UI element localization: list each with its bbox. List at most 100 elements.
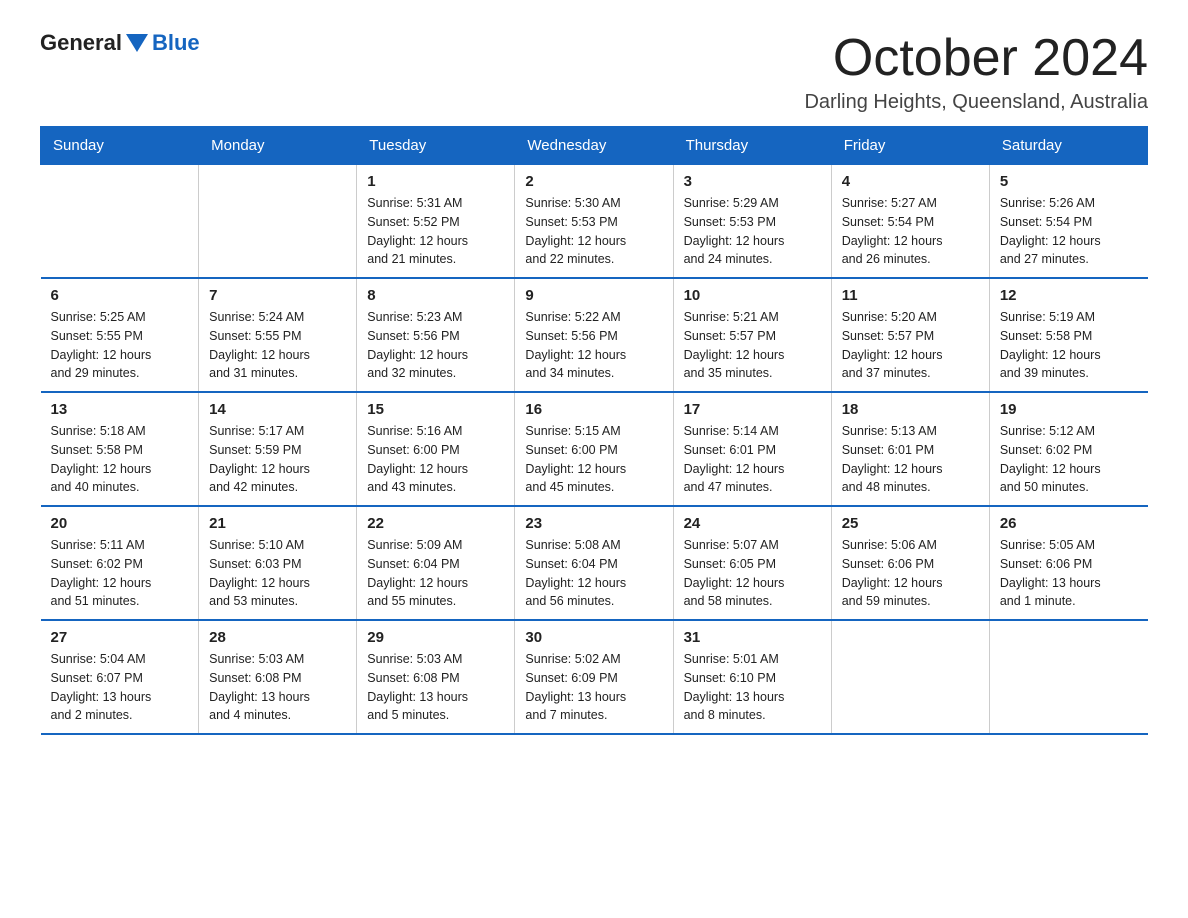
day-number: 22 — [367, 515, 504, 532]
day-number: 3 — [684, 173, 821, 190]
day-number: 8 — [367, 287, 504, 304]
day-number: 25 — [842, 515, 979, 532]
day-info: Sunrise: 5:27 AM Sunset: 5:54 PM Dayligh… — [842, 194, 979, 269]
calendar-title: October 2024 — [804, 30, 1148, 87]
day-info: Sunrise: 5:16 AM Sunset: 6:00 PM Dayligh… — [367, 422, 504, 497]
calendar-cell: 12 Sunrise: 5:19 AM Sunset: 5:58 PM Dayli… — [989, 278, 1147, 392]
calendar-week-row: 6 Sunrise: 5:25 AM Sunset: 5:55 PM Daylig… — [41, 278, 1148, 392]
weekday-header-tuesday: Tuesday — [357, 127, 515, 165]
calendar-cell: 26 Sunrise: 5:05 AM Sunset: 6:06 PM Dayli… — [989, 506, 1147, 620]
calendar-cell — [989, 620, 1147, 734]
calendar-cell: 25 Sunrise: 5:06 AM Sunset: 6:06 PM Dayli… — [831, 506, 989, 620]
day-info: Sunrise: 5:05 AM Sunset: 6:06 PM Dayligh… — [1000, 536, 1138, 611]
weekday-header-wednesday: Wednesday — [515, 127, 673, 165]
calendar-header-row: SundayMondayTuesdayWednesdayThursdayFrid… — [41, 127, 1148, 165]
day-info: Sunrise: 5:23 AM Sunset: 5:56 PM Dayligh… — [367, 308, 504, 383]
logo-triangle-icon — [126, 34, 148, 52]
calendar-cell: 22 Sunrise: 5:09 AM Sunset: 6:04 PM Dayli… — [357, 506, 515, 620]
day-info: Sunrise: 5:01 AM Sunset: 6:10 PM Dayligh… — [684, 650, 821, 725]
day-number: 7 — [209, 287, 346, 304]
day-number: 19 — [1000, 401, 1138, 418]
day-info: Sunrise: 5:11 AM Sunset: 6:02 PM Dayligh… — [51, 536, 189, 611]
day-info: Sunrise: 5:04 AM Sunset: 6:07 PM Dayligh… — [51, 650, 189, 725]
day-info: Sunrise: 5:07 AM Sunset: 6:05 PM Dayligh… — [684, 536, 821, 611]
calendar-cell: 4Sunrise: 5:27 AM Sunset: 5:54 PM Daylig… — [831, 165, 989, 279]
day-number: 30 — [525, 629, 662, 646]
day-info: Sunrise: 5:09 AM Sunset: 6:04 PM Dayligh… — [367, 536, 504, 611]
day-info: Sunrise: 5:12 AM Sunset: 6:02 PM Dayligh… — [1000, 422, 1138, 497]
calendar-cell: 6 Sunrise: 5:25 AM Sunset: 5:55 PM Daylig… — [41, 278, 199, 392]
calendar-cell: 23Sunrise: 5:08 AM Sunset: 6:04 PM Dayli… — [515, 506, 673, 620]
day-number: 2 — [525, 173, 662, 190]
page-header: General Blue October 2024 Darling Height… — [40, 30, 1148, 114]
calendar-cell: 24 Sunrise: 5:07 AM Sunset: 6:05 PM Dayli… — [673, 506, 831, 620]
calendar-cell: 3 Sunrise: 5:29 AM Sunset: 5:53 PM Daylig… — [673, 165, 831, 279]
day-info: Sunrise: 5:19 AM Sunset: 5:58 PM Dayligh… — [1000, 308, 1138, 383]
calendar-cell: 9 Sunrise: 5:22 AM Sunset: 5:56 PM Daylig… — [515, 278, 673, 392]
calendar-cell: 27 Sunrise: 5:04 AM Sunset: 6:07 PM Dayli… — [41, 620, 199, 734]
day-number: 31 — [684, 629, 821, 646]
day-number: 6 — [51, 287, 189, 304]
day-number: 14 — [209, 401, 346, 418]
calendar-table: SundayMondayTuesdayWednesdayThursdayFrid… — [40, 126, 1148, 735]
calendar-cell: 30 Sunrise: 5:02 AM Sunset: 6:09 PM Dayli… — [515, 620, 673, 734]
calendar-cell: 21 Sunrise: 5:10 AM Sunset: 6:03 PM Dayli… — [199, 506, 357, 620]
day-info: Sunrise: 5:15 AM Sunset: 6:00 PM Dayligh… — [525, 422, 662, 497]
day-number: 9 — [525, 287, 662, 304]
day-number: 27 — [51, 629, 189, 646]
logo-blue-text: Blue — [152, 30, 200, 56]
title-block: October 2024 Darling Heights, Queensland… — [804, 30, 1148, 114]
day-info: Sunrise: 5:30 AM Sunset: 5:53 PM Dayligh… — [525, 194, 662, 269]
calendar-cell: 16 Sunrise: 5:15 AM Sunset: 6:00 PM Dayli… — [515, 392, 673, 506]
day-info: Sunrise: 5:17 AM Sunset: 5:59 PM Dayligh… — [209, 422, 346, 497]
calendar-week-row: 20 Sunrise: 5:11 AM Sunset: 6:02 PM Dayli… — [41, 506, 1148, 620]
calendar-cell: 31 Sunrise: 5:01 AM Sunset: 6:10 PM Dayli… — [673, 620, 831, 734]
day-number: 28 — [209, 629, 346, 646]
calendar-cell: 17Sunrise: 5:14 AM Sunset: 6:01 PM Dayli… — [673, 392, 831, 506]
day-number: 16 — [525, 401, 662, 418]
calendar-cell: 18Sunrise: 5:13 AM Sunset: 6:01 PM Dayli… — [831, 392, 989, 506]
weekday-header-monday: Monday — [199, 127, 357, 165]
logo-general-text: General — [40, 30, 122, 56]
day-number: 20 — [51, 515, 189, 532]
day-info: Sunrise: 5:29 AM Sunset: 5:53 PM Dayligh… — [684, 194, 821, 269]
day-number: 29 — [367, 629, 504, 646]
calendar-cell: 29Sunrise: 5:03 AM Sunset: 6:08 PM Dayli… — [357, 620, 515, 734]
day-info: Sunrise: 5:20 AM Sunset: 5:57 PM Dayligh… — [842, 308, 979, 383]
weekday-header-saturday: Saturday — [989, 127, 1147, 165]
calendar-cell — [41, 165, 199, 279]
calendar-week-row: 1 Sunrise: 5:31 AM Sunset: 5:52 PM Daylig… — [41, 165, 1148, 279]
weekday-header-friday: Friday — [831, 127, 989, 165]
day-number: 12 — [1000, 287, 1138, 304]
day-info: Sunrise: 5:18 AM Sunset: 5:58 PM Dayligh… — [51, 422, 189, 497]
day-number: 11 — [842, 287, 979, 304]
day-info: Sunrise: 5:31 AM Sunset: 5:52 PM Dayligh… — [367, 194, 504, 269]
calendar-cell: 5 Sunrise: 5:26 AM Sunset: 5:54 PM Daylig… — [989, 165, 1147, 279]
calendar-cell: 7Sunrise: 5:24 AM Sunset: 5:55 PM Daylig… — [199, 278, 357, 392]
day-info: Sunrise: 5:21 AM Sunset: 5:57 PM Dayligh… — [684, 308, 821, 383]
day-info: Sunrise: 5:22 AM Sunset: 5:56 PM Dayligh… — [525, 308, 662, 383]
day-info: Sunrise: 5:08 AM Sunset: 6:04 PM Dayligh… — [525, 536, 662, 611]
calendar-cell: 10 Sunrise: 5:21 AM Sunset: 5:57 PM Dayli… — [673, 278, 831, 392]
calendar-cell: 28Sunrise: 5:03 AM Sunset: 6:08 PM Dayli… — [199, 620, 357, 734]
day-info: Sunrise: 5:06 AM Sunset: 6:06 PM Dayligh… — [842, 536, 979, 611]
day-number: 26 — [1000, 515, 1138, 532]
day-number: 5 — [1000, 173, 1138, 190]
day-info: Sunrise: 5:26 AM Sunset: 5:54 PM Dayligh… — [1000, 194, 1138, 269]
calendar-cell — [199, 165, 357, 279]
day-number: 21 — [209, 515, 346, 532]
day-number: 15 — [367, 401, 504, 418]
calendar-cell: 15 Sunrise: 5:16 AM Sunset: 6:00 PM Dayli… — [357, 392, 515, 506]
calendar-cell: 11 Sunrise: 5:20 AM Sunset: 5:57 PM Dayli… — [831, 278, 989, 392]
day-number: 1 — [367, 173, 504, 190]
calendar-cell: 14 Sunrise: 5:17 AM Sunset: 5:59 PM Dayli… — [199, 392, 357, 506]
calendar-week-row: 13 Sunrise: 5:18 AM Sunset: 5:58 PM Dayli… — [41, 392, 1148, 506]
calendar-cell: 2 Sunrise: 5:30 AM Sunset: 5:53 PM Daylig… — [515, 165, 673, 279]
day-info: Sunrise: 5:13 AM Sunset: 6:01 PM Dayligh… — [842, 422, 979, 497]
day-info: Sunrise: 5:10 AM Sunset: 6:03 PM Dayligh… — [209, 536, 346, 611]
day-info: Sunrise: 5:25 AM Sunset: 5:55 PM Dayligh… — [51, 308, 189, 383]
day-number: 24 — [684, 515, 821, 532]
day-number: 10 — [684, 287, 821, 304]
day-number: 13 — [51, 401, 189, 418]
day-info: Sunrise: 5:02 AM Sunset: 6:09 PM Dayligh… — [525, 650, 662, 725]
